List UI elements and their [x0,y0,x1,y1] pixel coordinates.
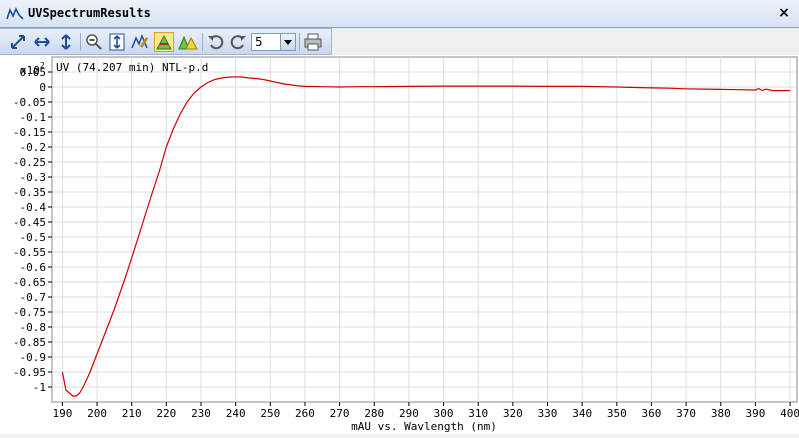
y-tick-label: -1 [33,381,46,394]
x-tick-label: 300 [434,407,454,420]
y-tick-label: -0.3 [20,171,47,184]
y-tick-label: -0.65 [13,276,46,289]
annotate-icon[interactable] [130,32,150,52]
uv-spectrum-chart[interactable]: 190 200 210 220 230 240 250 260 270 280 290 300 310 3… [0,55,799,434]
y-tick-label: -0.25 [13,156,46,169]
x-tick-label: 380 [711,407,731,420]
x-tick-label: 280 [364,407,384,420]
zoom-vertical-icon[interactable] [56,32,76,52]
y-tick-label: -0.5 [20,231,47,244]
chart-title: UV (74.207 min) NTL-p.d [56,61,208,74]
x-tick-label: 220 [156,407,176,420]
x-axis-label: mAU vs. Wavlength (nm) [351,420,497,433]
x-tick-label: 330 [538,407,558,420]
y-tick-label: -0.95 [13,366,46,379]
toolbar: 5 [0,28,332,55]
zoom-level-value: 5 [255,35,263,49]
y-tick-label: -0.45 [13,216,46,229]
y-tick-label: -0.8 [20,321,47,334]
y-tick-label: -0.05 [13,96,46,109]
window-title: UVSpectrumResults [28,6,151,20]
toolbar-separator [202,33,203,51]
x-tick-label: 340 [572,407,592,420]
y-tick-label: -0.35 [13,186,46,199]
y-multiplier-label: x10 [20,64,40,77]
x-tick-label: 310 [468,407,488,420]
chevron-down-icon[interactable] [280,34,295,50]
plot-area[interactable]: 190 200 210 220 230 240 250 260 270 280 290 300 310 3… [0,55,799,434]
zoom-horizontal-icon[interactable] [32,32,52,52]
close-button[interactable]: × [775,4,793,22]
print-icon[interactable] [303,32,323,52]
overlay-peaks-icon[interactable] [178,32,198,52]
y-multiplier-exponent: 2 [40,61,45,70]
toolbar-separator [299,33,300,51]
x-tick-label: 230 [191,407,211,420]
x-tick-label: 240 [226,407,246,420]
x-tick-label: 350 [607,407,627,420]
title-bar: UVSpectrumResults × [0,0,799,28]
x-tick-label: 260 [295,407,315,420]
peak-label-icon[interactable] [154,32,174,52]
y-tick-label: -0.75 [13,306,46,319]
y-tick-label: -0.4 [20,201,47,214]
redo-icon[interactable] [228,32,248,52]
y-tick-label: -0.6 [20,261,47,274]
x-tick-label: 360 [642,407,662,420]
toolbar-separator [80,33,81,51]
y-tick-label: 0 [39,81,46,94]
spectrum-icon [6,6,24,25]
x-tick-label: 250 [260,407,280,420]
x-tick-label: 210 [122,407,142,420]
x-tick-label: 400 [780,407,799,420]
y-tick-label: -0.1 [20,111,47,124]
y-tick-label: -0.15 [13,126,46,139]
x-tick-label: 390 [745,407,765,420]
y-tick-label: -0.85 [13,336,46,349]
zoom-out-icon[interactable] [84,32,104,52]
y-tick-label: -0.2 [20,141,47,154]
x-tick-label: 200 [87,407,107,420]
undo-icon[interactable] [206,32,226,52]
y-tick-label: -0.9 [20,351,47,364]
x-tick-label: 270 [330,407,350,420]
x-tick-label: 320 [503,407,523,420]
x-tick-label: 190 [52,407,72,420]
plot-frame [51,56,798,403]
x-tick-label: 370 [676,407,696,420]
autoscale-icon[interactable] [8,32,28,52]
y-tick-label: -0.55 [13,246,46,259]
zoom-level-select[interactable]: 5 [251,33,296,51]
x-tick-label: 290 [399,407,419,420]
fit-vertical-icon[interactable] [107,32,127,52]
y-tick-label: -0.7 [20,291,47,304]
